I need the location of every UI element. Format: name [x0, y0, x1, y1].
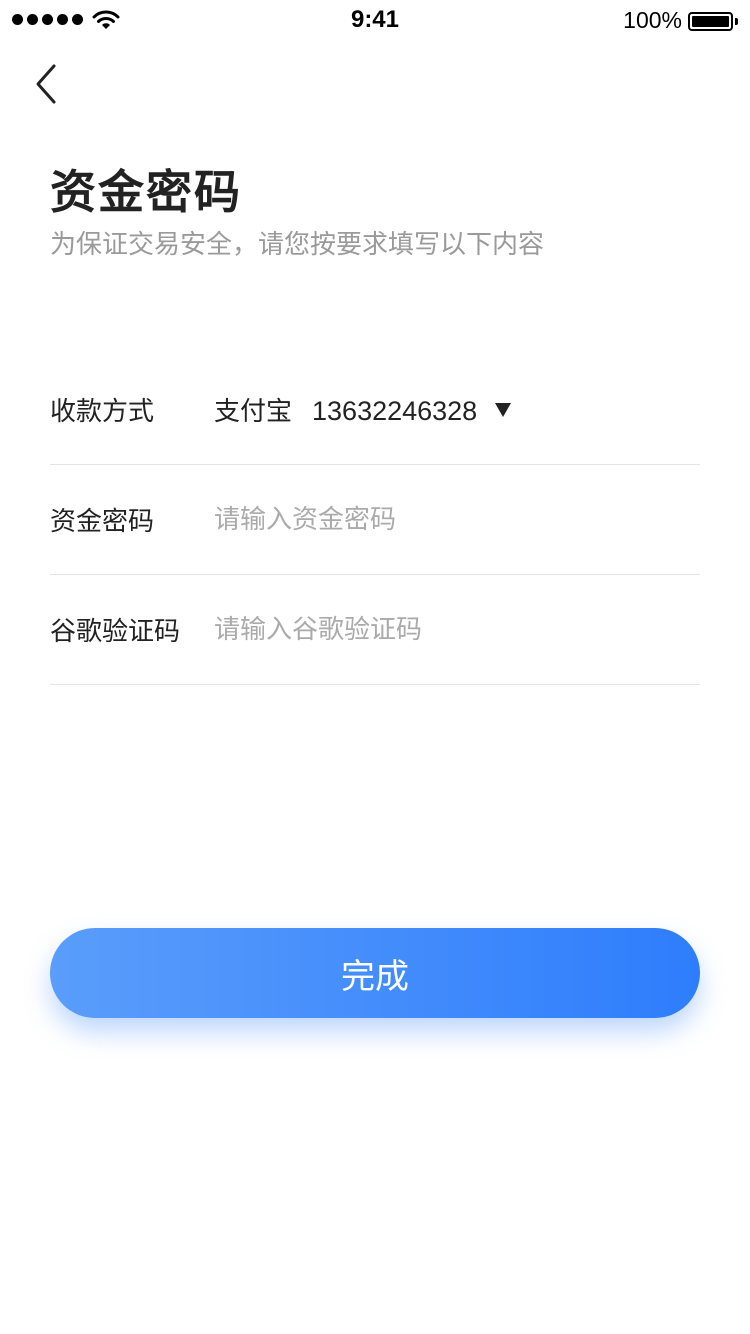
fund-password-label: 资金密码: [50, 507, 155, 537]
battery-icon: [688, 12, 738, 31]
fund-password-input[interactable]: [214, 494, 654, 545]
payment-account-number: 13632246328: [312, 396, 478, 426]
fund-password-page: 9:41 100% 资金密码 为保证交易安全，请您按要求填写以下内容 收款方式 …: [0, 0, 750, 1334]
payment-method-label: 收款方式: [50, 397, 155, 427]
submit-button[interactable]: 完成: [50, 928, 700, 1018]
chevron-left-icon: [36, 64, 56, 104]
payment-method-value: 支付宝 13632246328: [214, 391, 477, 428]
payment-method-name: 支付宝: [214, 397, 293, 427]
page-title: 资金密码: [50, 165, 242, 219]
google-code-row: 谷歌验证码: [50, 575, 700, 685]
payment-method-row: 收款方式 支付宝 13632246328: [50, 355, 700, 465]
battery-percentage: 100%: [623, 7, 682, 33]
fund-password-form: 收款方式 支付宝 13632246328 资金密码 谷歌验证码: [50, 355, 700, 685]
fund-password-row: 资金密码: [50, 465, 700, 575]
page-subtitle: 为保证交易安全，请您按要求填写以下内容: [50, 230, 545, 260]
payment-method-select[interactable]: 支付宝 13632246328: [214, 391, 512, 428]
status-bar: 9:41 100%: [0, 0, 750, 40]
google-code-input[interactable]: [214, 604, 654, 655]
google-code-label: 谷歌验证码: [50, 617, 181, 647]
back-button[interactable]: [30, 62, 66, 106]
triangle-down-icon: [495, 402, 512, 417]
